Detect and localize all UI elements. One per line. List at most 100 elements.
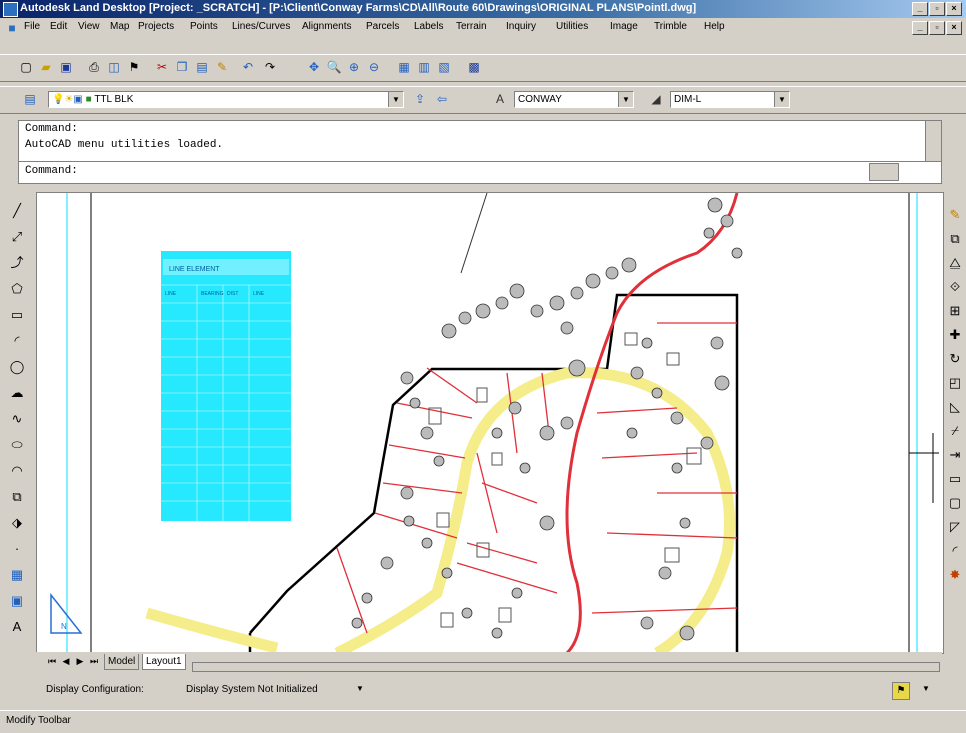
layer-status-icon[interactable]: ⚑	[892, 682, 910, 700]
tab-model[interactable]: Model	[104, 654, 140, 670]
hatch-icon[interactable]: ▦	[8, 566, 26, 584]
horizontal-scrollbar[interactable]	[192, 662, 940, 672]
dim-style-dropdown[interactable]: DIM-L ▼	[670, 91, 790, 108]
match-properties-icon[interactable]: ✎	[214, 59, 230, 75]
fillet-icon[interactable]: ◜	[946, 542, 964, 560]
revision-cloud-icon[interactable]: ☁	[8, 384, 26, 402]
extend-icon[interactable]: ⇥	[946, 446, 964, 464]
text-style-icon[interactable]: A	[492, 91, 508, 107]
construction-line-icon[interactable]: ⤢	[8, 228, 26, 246]
close-button[interactable]: ×	[946, 2, 962, 16]
insert-block-icon[interactable]: ⧉	[8, 488, 26, 506]
document-icon[interactable]: ■	[4, 20, 20, 36]
rectangle-icon[interactable]: ▭	[8, 306, 26, 324]
redo-icon[interactable]: ↷	[262, 59, 278, 75]
preview-icon[interactable]: ◫	[106, 59, 122, 75]
multiline-text-icon[interactable]: A	[8, 618, 26, 636]
menu-labels[interactable]: Labels	[414, 21, 443, 32]
next-tab-icon[interactable]: ▶	[74, 655, 86, 668]
layers-icon[interactable]: ▤	[22, 91, 38, 107]
print-icon[interactable]: ⎙	[86, 59, 102, 75]
region-icon[interactable]: ▣	[8, 592, 26, 610]
menu-utilities[interactable]: Utilities	[556, 21, 588, 32]
explode-icon[interactable]: ✸	[946, 566, 964, 584]
chevron-down-icon[interactable]: ▼	[388, 92, 403, 107]
drawing-canvas[interactable]: LINE ELEMENT LINE BEARING DIST LINE N	[36, 192, 944, 654]
first-tab-icon[interactable]: ⏮	[46, 655, 58, 668]
pan-icon[interactable]: ✥	[306, 59, 322, 75]
last-tab-icon[interactable]: ⏭	[88, 655, 100, 668]
menu-view[interactable]: View	[78, 21, 100, 32]
menu-image[interactable]: Image	[610, 21, 638, 32]
menu-terrain[interactable]: Terrain	[456, 21, 487, 32]
make-current-icon[interactable]: ⇪	[412, 91, 428, 107]
menu-file[interactable]: File	[24, 21, 40, 32]
command-window[interactable]: Command: AutoCAD menu utilities loaded. …	[18, 120, 942, 184]
doc-restore-button[interactable]: ▫	[929, 21, 945, 35]
app-icon[interactable]	[3, 2, 18, 17]
spline-icon[interactable]: ∿	[8, 410, 26, 428]
scale-icon[interactable]: ◰	[946, 374, 964, 392]
polyline-icon[interactable]: ⤴	[8, 254, 26, 272]
trim-icon[interactable]: ⌿	[946, 422, 964, 440]
chamfer-icon[interactable]: ◸	[946, 518, 964, 536]
new-icon[interactable]: ▢	[18, 59, 34, 75]
doc-close-button[interactable]: ×	[946, 21, 962, 35]
menu-lines-curves[interactable]: Lines/Curves	[232, 21, 290, 32]
layer-dropdown[interactable]: 💡☀▣ ■ TTL BLK ▼	[48, 91, 404, 108]
save-icon[interactable]: ▣	[58, 59, 74, 75]
chevron-down-icon[interactable]: ▼	[922, 684, 930, 693]
command-prompt[interactable]: Command:	[25, 165, 78, 177]
stretch-icon[interactable]: ◺	[946, 398, 964, 416]
menu-alignments[interactable]: Alignments	[302, 21, 351, 32]
design-center-icon[interactable]: ▥	[416, 59, 432, 75]
move-icon[interactable]: ✚	[946, 326, 964, 344]
break-icon[interactable]: ▭	[946, 470, 964, 488]
display-config-value[interactable]: Display System Not Initialized	[186, 684, 318, 695]
menu-parcels[interactable]: Parcels	[366, 21, 399, 32]
ellipse-arc-icon[interactable]: ◠	[8, 462, 26, 480]
erase-icon[interactable]: ✎	[946, 206, 964, 224]
dim-style-icon[interactable]: ◢	[648, 91, 664, 107]
point-icon[interactable]: ·	[8, 540, 26, 558]
menu-trimble[interactable]: Trimble	[654, 21, 687, 32]
command-scrollbar[interactable]	[925, 121, 941, 161]
chevron-down-icon[interactable]: ▼	[356, 684, 364, 693]
join-icon[interactable]: ▢	[946, 494, 964, 512]
make-block-icon[interactable]: ⬗	[8, 514, 26, 532]
zoom-previous-icon[interactable]: ⊖	[366, 59, 382, 75]
menu-map[interactable]: Map	[110, 21, 129, 32]
maximize-button[interactable]: ▫	[929, 2, 945, 16]
mirror-icon[interactable]: ⧋	[946, 254, 964, 272]
command-resize-handle[interactable]	[869, 163, 899, 181]
menu-points[interactable]: Points	[190, 21, 218, 32]
line-icon[interactable]: ╱	[8, 202, 26, 220]
circle-icon[interactable]: ◯	[8, 358, 26, 376]
copy-object-icon[interactable]: ⧉	[946, 230, 964, 248]
menu-edit[interactable]: Edit	[50, 21, 67, 32]
publish-icon[interactable]: ⚑	[126, 59, 142, 75]
properties-icon[interactable]: ▦	[396, 59, 412, 75]
text-style-dropdown[interactable]: CONWAY ▼	[514, 91, 634, 108]
menu-projects[interactable]: Projects	[138, 21, 174, 32]
zoom-realtime-icon[interactable]: 🔍	[326, 59, 342, 75]
chevron-down-icon[interactable]: ▼	[774, 92, 789, 107]
array-icon[interactable]: ⊞	[946, 302, 964, 320]
layer-previous-icon[interactable]: ⇦	[434, 91, 450, 107]
minimize-button[interactable]: _	[912, 2, 928, 16]
copy-icon[interactable]: ❐	[174, 59, 190, 75]
previous-tab-icon[interactable]: ◀	[60, 655, 72, 668]
rotate-icon[interactable]: ↻	[946, 350, 964, 368]
arc-icon[interactable]: ◜	[8, 332, 26, 350]
tool-palettes-icon[interactable]: ▧	[436, 59, 452, 75]
menu-inquiry[interactable]: Inquiry	[506, 21, 536, 32]
zoom-window-icon[interactable]: ⊕	[346, 59, 362, 75]
paste-icon[interactable]: ▤	[194, 59, 210, 75]
offset-icon[interactable]: ⟐	[946, 278, 964, 296]
undo-icon[interactable]: ↶	[240, 59, 256, 75]
ellipse-icon[interactable]: ⬭	[8, 436, 26, 454]
open-icon[interactable]: ▰	[38, 59, 54, 75]
help-icon[interactable]: ▩	[466, 59, 482, 75]
cut-icon[interactable]: ✂	[154, 59, 170, 75]
polygon-icon[interactable]: ⬠	[8, 280, 26, 298]
